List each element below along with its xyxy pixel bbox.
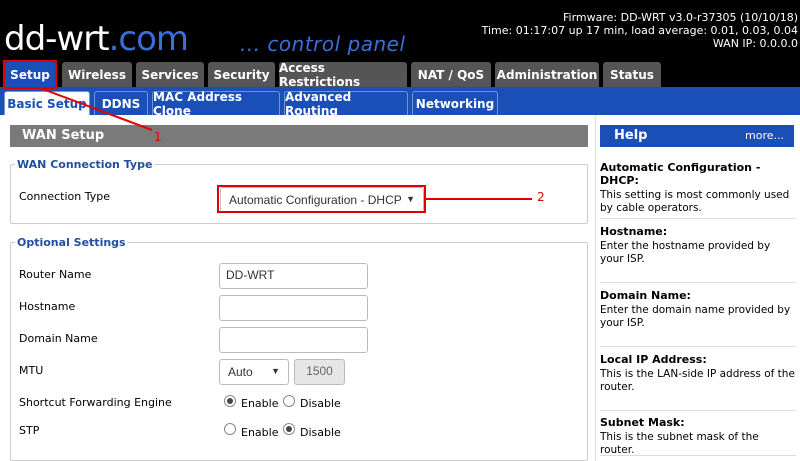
- annotation-box-connection-type: [217, 185, 426, 213]
- annotation-label-1: 1: [154, 130, 162, 144]
- annotation-label-2: 2: [537, 190, 545, 204]
- annotation-lines: [39, 87, 532, 200]
